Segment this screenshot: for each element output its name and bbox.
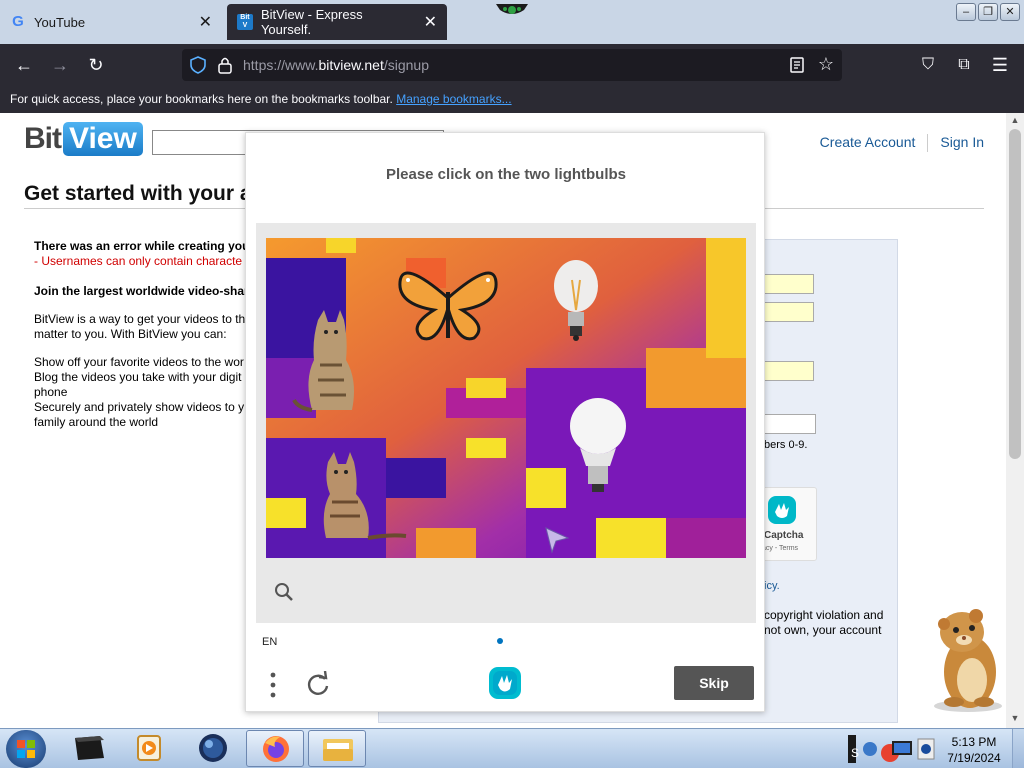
tab-title: YouTube — [34, 14, 86, 30]
shield-icon[interactable] — [190, 56, 206, 74]
wallpaper-ornament — [496, 4, 528, 14]
progress-dot — [497, 638, 503, 644]
hcaptcha-challenge-dialog: Please click on the two lightbulbs EN Sk… — [245, 132, 765, 712]
captcha-label: Captcha — [764, 530, 804, 541]
tab-title: BitView - Express Yourself. — [260, 7, 363, 37]
folder-icon — [323, 739, 353, 761]
hcaptcha-logo-icon[interactable] — [489, 667, 521, 699]
close-tab-icon[interactable]: ✕ — [424, 12, 437, 32]
sign-in-link[interactable]: Sign In — [940, 134, 984, 152]
bookmarks-toolbar: For quick access, place your bookmarks h… — [0, 86, 1024, 113]
svg-text:S: S — [851, 746, 859, 760]
taskbar: S 5:13 PM 7/19/2024 — [0, 728, 1024, 768]
address-bar[interactable]: https://www.bitview.net/signup ☆ — [182, 49, 842, 81]
skip-button[interactable]: Skip — [674, 666, 754, 700]
manage-bookmarks-link[interactable]: Manage bookmarks... — [396, 92, 511, 106]
scroll-down-icon[interactable]: ▼ — [1006, 713, 1024, 727]
hcaptcha-icon — [768, 496, 796, 524]
link-divider — [927, 134, 929, 152]
password-field[interactable] — [762, 302, 814, 322]
google-icon: G — [12, 13, 24, 30]
tab-bitview[interactable]: Bit V BitView - Express Yourself. ✕ — [227, 4, 447, 40]
scroll-up-icon[interactable]: ▲ — [1006, 115, 1024, 129]
restore-icon[interactable]: ❐ — [978, 3, 998, 21]
tab-bar: G YouTube ✕ Bit V BitView - Express Yours… — [0, 0, 1024, 44]
reader-view-icon[interactable] — [788, 56, 806, 74]
copyright-text: copyright violation and not own, your ac… — [764, 608, 884, 637]
system-clock[interactable]: 5:13 PM 7/19/2024 — [942, 734, 1006, 766]
bitview-favicon: Bit V — [237, 14, 253, 30]
language-selector[interactable]: EN — [262, 636, 277, 648]
policy-link[interactable]: icy. — [764, 580, 780, 592]
extensions-icon[interactable]: ⧉ — [953, 54, 975, 76]
email-field[interactable] — [762, 361, 814, 381]
url-text[interactable]: https://www.bitview.net/signup — [243, 57, 429, 73]
reload-icon[interactable]: ↻ — [85, 54, 107, 76]
start-button-icon[interactable] — [6, 730, 46, 768]
tray-icons[interactable]: S — [848, 729, 948, 768]
lock-icon[interactable] — [218, 56, 232, 74]
bookmark-star-icon[interactable]: ☆ — [818, 54, 834, 75]
navigation-toolbar: ← → ↻ https://www.bitview.net/signup ☆ ⛉… — [0, 44, 1024, 86]
header-links: Create Account Sign In — [820, 134, 984, 152]
challenge-image[interactable] — [266, 238, 746, 558]
minimize-icon[interactable]: – — [956, 3, 976, 21]
close-window-icon[interactable]: ✕ — [1000, 3, 1020, 21]
refresh-challenge-icon[interactable] — [306, 671, 330, 697]
pocket-icon[interactable]: ⛉ — [917, 54, 939, 76]
challenge-area — [256, 223, 756, 623]
globe-app-icon[interactable] — [184, 730, 242, 767]
bitview-logo[interactable]: Bit View — [24, 122, 143, 156]
birth-year-field[interactable] — [762, 414, 816, 434]
taskbar-app-icon[interactable] — [60, 730, 118, 767]
back-arrow-icon[interactable]: ← — [13, 54, 35, 76]
close-tab-icon[interactable]: ✕ — [199, 12, 212, 32]
media-player-icon[interactable] — [120, 730, 178, 767]
zoom-magnifier-icon[interactable] — [274, 582, 294, 602]
show-desktop-button[interactable] — [1012, 729, 1024, 768]
firefox-icon — [263, 736, 289, 762]
window-controls: – ❐ ✕ — [956, 3, 1020, 21]
hcaptcha-badge[interactable]: Captcha acy - Terms — [757, 487, 817, 561]
tab-youtube[interactable]: G YouTube ✕ — [0, 2, 222, 42]
page-title: Get started with your a — [24, 182, 252, 205]
forward-arrow-icon[interactable]: → — [49, 54, 71, 76]
username-field[interactable] — [762, 274, 814, 294]
captcha-terms[interactable]: acy - Terms — [762, 545, 798, 552]
more-options-icon[interactable] — [263, 671, 283, 699]
clock-date: 7/19/2024 — [947, 751, 1001, 765]
create-account-link[interactable]: Create Account — [820, 134, 916, 152]
challenge-prompt: Please click on the two lightbulbs — [385, 166, 627, 183]
hamburger-menu-icon[interactable]: ☰ — [989, 54, 1011, 76]
field-hint: bers 0-9. — [764, 439, 808, 451]
scroll-thumb[interactable] — [1009, 129, 1021, 459]
explorer-taskbar-button[interactable] — [308, 730, 366, 767]
firefox-taskbar-button[interactable] — [246, 730, 304, 767]
bookmarks-hint: For quick access, place your bookmarks h… — [10, 92, 393, 106]
clock-time: 5:13 PM — [951, 735, 997, 749]
hamster-desktop-pet — [934, 609, 1002, 712]
